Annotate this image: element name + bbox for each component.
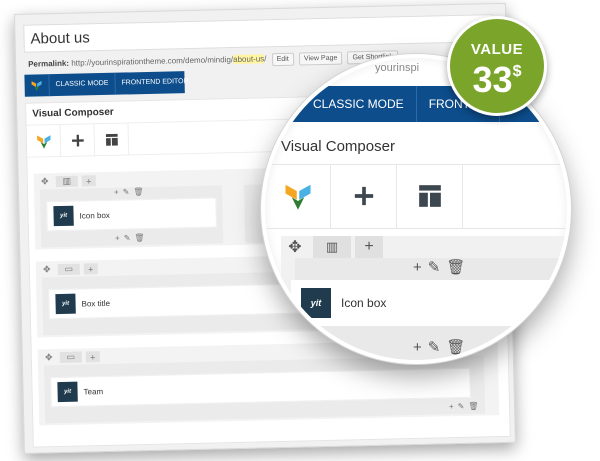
badge-currency: $ [512, 63, 522, 80]
add-icon[interactable]: + [355, 236, 383, 258]
element-label: Icon box [79, 210, 110, 221]
visual-composer-logo-icon [30, 77, 42, 93]
layout-icon[interactable] [94, 123, 130, 157]
mode-bar: CLASSIC MODE FRONTEND EDITOR [24, 70, 195, 97]
yit-logo-icon: yit [301, 288, 331, 318]
add-icon[interactable]: + [114, 188, 119, 197]
lens-classic-mode-button[interactable]: CLASSIC MODE [265, 86, 417, 122]
element-label: Team [83, 386, 104, 397]
pencil-icon[interactable]: ✎ [124, 233, 131, 242]
visual-composer-logo-icon[interactable] [26, 124, 62, 158]
column-actions: + ✎ 🗑 [115, 233, 145, 243]
value-badge: VALUE 33$ [447, 16, 547, 116]
frontend-editor-button[interactable]: FRONTEND EDITOR [114, 70, 195, 95]
title-input[interactable]: About us [23, 14, 494, 53]
add-icon[interactable]: + [413, 339, 422, 356]
move-icon[interactable]: ✥ [38, 176, 52, 187]
columns-icon[interactable]: ▭ [57, 263, 80, 276]
permalink-base-url[interactable]: http://yourinspirationtheme.com/demo/min… [71, 55, 233, 68]
pencil-icon[interactable]: ✎ [458, 402, 465, 411]
trash-icon[interactable]: 🗑 [133, 187, 143, 196]
trash-icon[interactable]: 🗑 [134, 233, 144, 242]
move-icon[interactable]: ✥ [42, 352, 56, 363]
add-icon[interactable]: + [85, 351, 100, 363]
add-icon[interactable]: + [413, 259, 422, 276]
yit-logo-icon: yit [55, 293, 76, 315]
columns-icon[interactable]: ▥ [55, 175, 78, 188]
element-label: Box title [81, 298, 111, 309]
badge-value: 33$ [450, 59, 544, 101]
column-actions: + ✎ 🗑 [114, 187, 144, 197]
add-icon[interactable]: + [81, 175, 96, 187]
visual-composer-logo-icon[interactable] [265, 164, 331, 228]
lens-column-actions-bottom: + ✎ 🗑 [413, 338, 465, 357]
add-icon[interactable]: + [83, 263, 98, 275]
badge-amount: 33 [472, 59, 513, 100]
lens-visual-composer-title: Visual Composer [281, 138, 395, 155]
yit-logo-icon: yit [57, 381, 78, 403]
trash-icon[interactable]: 🗑 [446, 338, 465, 356]
yit-logo-icon: yit [53, 205, 74, 227]
lens-column-actions-top: + ✎ 🗑 [413, 258, 465, 277]
column-actions: + ✎ 🗑 [449, 402, 479, 412]
move-icon[interactable]: ✥ [40, 264, 54, 275]
pencil-icon[interactable]: ✎ [123, 187, 130, 196]
permalink-label: Permalink: [28, 58, 70, 69]
add-icon[interactable]: + [115, 234, 120, 243]
trash-icon[interactable]: 🗑 [446, 258, 465, 276]
move-icon[interactable]: ✥ [281, 236, 309, 258]
badge-label: VALUE [470, 41, 524, 58]
lens-element-icon-box[interactable]: yit Icon box [291, 280, 567, 326]
add-icon[interactable] [60, 124, 96, 157]
columns-icon[interactable]: ▭ [59, 351, 82, 364]
columns-icon[interactable]: ▥ [313, 236, 351, 258]
pencil-icon[interactable]: ✎ [428, 258, 441, 276]
classic-mode-button[interactable]: CLASSIC MODE [48, 72, 115, 97]
lens-url-fragment: yourinspi [375, 62, 420, 74]
add-icon[interactable] [331, 164, 397, 228]
lens-element-label: Icon box [341, 296, 387, 310]
element-icon-box[interactable]: yit Icon box [46, 197, 217, 232]
add-icon[interactable]: + [449, 402, 454, 411]
stage: About us Permalink: http://yourinspirati… [0, 0, 600, 461]
pencil-icon[interactable]: ✎ [428, 338, 441, 356]
trash-icon[interactable]: 🗑 [468, 402, 478, 411]
layout-icon[interactable] [397, 164, 463, 228]
lens-toolbar [265, 164, 463, 228]
permalink-slug[interactable]: about-us [232, 54, 265, 65]
divider [265, 228, 567, 229]
